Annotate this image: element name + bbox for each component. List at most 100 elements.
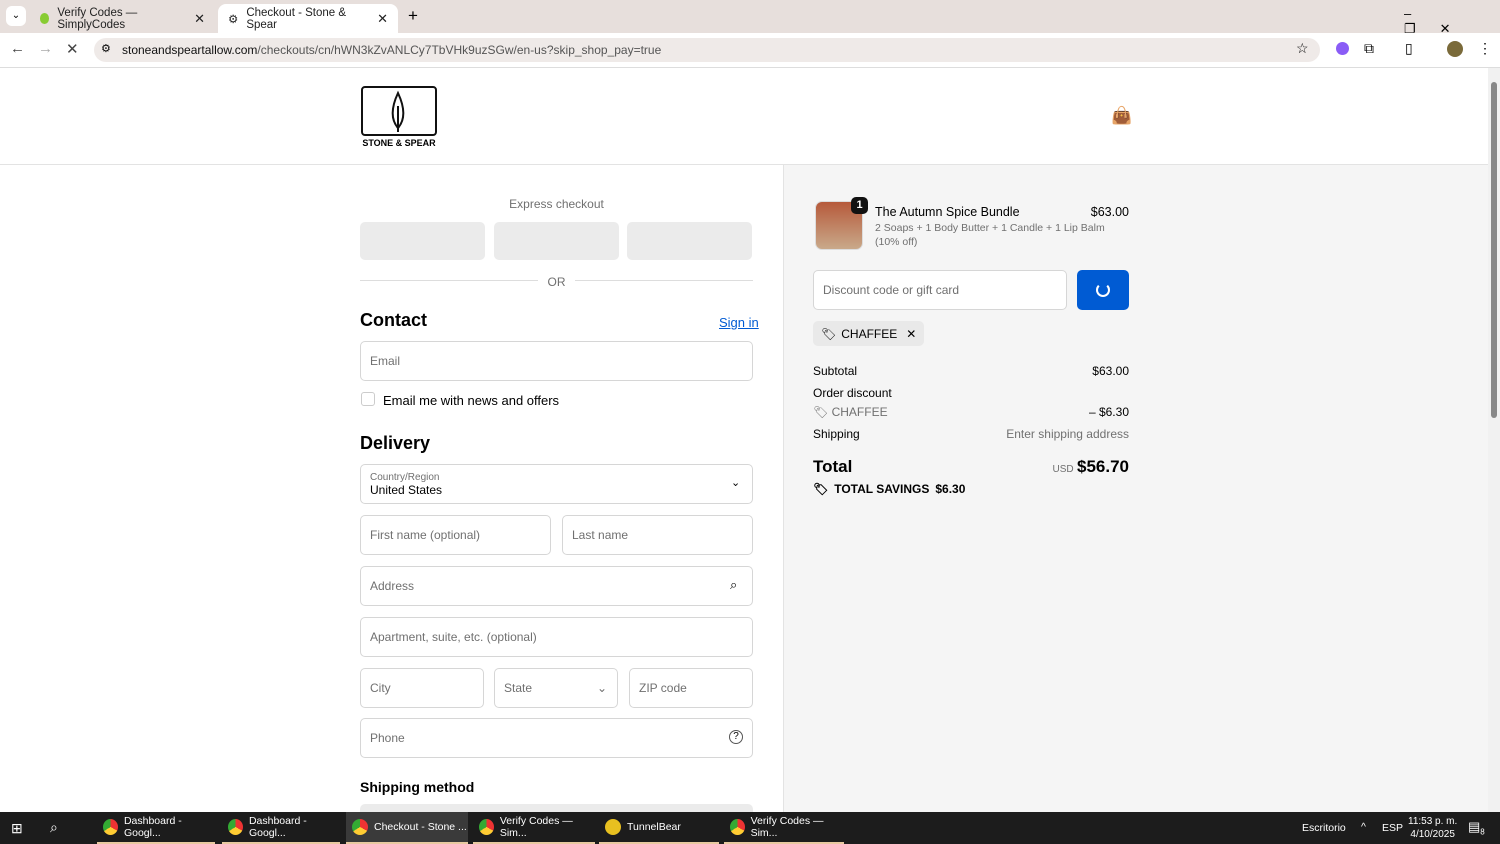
logo-text: STONE & SPEAR [362, 138, 436, 148]
taskbar-label: Checkout - Stone ... [374, 821, 467, 833]
clock[interactable]: 11:53 p. m. 4/10/2025 [1408, 815, 1457, 841]
express-pay-button-3[interactable] [627, 222, 752, 260]
sign-in-link[interactable]: Sign in [719, 315, 759, 330]
total-value: $56.70 [1077, 457, 1129, 476]
total-savings: 🏷 TOTAL SAVINGS $6.30 [813, 482, 965, 496]
state-value: State [504, 681, 533, 695]
tab-label: Checkout - Stone & Spear [246, 6, 347, 31]
chevron-down-icon: ⌄ [731, 477, 741, 489]
tab-strip: ⌄ Verify Codes — SimplyCodes ✕ ⚙ Checkout … [0, 0, 1500, 36]
taskbar-item-active[interactable]: Checkout - Stone ... [346, 812, 468, 844]
product-discount-note: (10% off) [875, 236, 918, 248]
tray-chevron-icon[interactable]: ^ [1361, 821, 1366, 833]
chrome-icon [103, 819, 118, 835]
language-indicator[interactable]: ESP [1382, 822, 1403, 834]
notifications-icon[interactable]: ▤8 [1468, 819, 1485, 837]
site-info-icon[interactable]: ⚙ [101, 42, 111, 55]
delivery-heading: Delivery [360, 433, 431, 453]
taskbar-label: TunnelBear [627, 821, 681, 833]
phone-field[interactable]: Phone [360, 718, 753, 758]
profile-avatar[interactable] [1447, 41, 1463, 57]
divider [575, 280, 753, 281]
discount-amount: – $6.30 [1088, 405, 1129, 419]
remove-code-icon[interactable]: ✕ [906, 327, 916, 341]
desktop-toolbar[interactable]: Escritorio [1302, 822, 1346, 834]
city-field[interactable]: City [360, 668, 484, 708]
taskbar-label: Verify Codes — Sim... [750, 815, 824, 839]
tab-checkout[interactable]: ⚙ Checkout - Stone & Spear ✕ [218, 4, 398, 33]
tab-label: Verify Codes — SimplyCodes [57, 6, 138, 31]
cart-bag-icon[interactable]: 👜 [1111, 106, 1132, 126]
discount-code-input[interactable]: Discount code or gift card [813, 270, 1067, 310]
express-checkout-label: Express checkout [509, 197, 604, 211]
applied-code: CHAFFEE [841, 326, 898, 341]
currency-label: USD [1052, 464, 1074, 475]
or-label: OR [547, 275, 566, 289]
store-logo[interactable] [361, 86, 437, 136]
tag-icon: 🏷 [813, 405, 832, 419]
stop-loading-icon[interactable]: ✕ [66, 40, 79, 58]
tunnelbear-icon [605, 819, 621, 835]
taskbar-label: Dashboard - Googl... [123, 815, 182, 839]
shipping-value: Enter shipping address [1006, 427, 1129, 441]
quantity-badge: 1 [851, 197, 868, 214]
forward-icon[interactable]: → [38, 40, 53, 57]
address-field[interactable]: Address [360, 566, 753, 606]
applied-code-chip: 🏷 CHAFFEE ✕ [813, 321, 925, 346]
windows-start-icon[interactable]: ⊞ [11, 820, 23, 837]
search-icon[interactable]: ⌕ [50, 819, 58, 836]
subtotal-value: $63.00 [1092, 364, 1129, 378]
taskbar-item[interactable]: Dashboard - Googl... [97, 812, 215, 844]
zip-field[interactable]: ZIP code [629, 668, 753, 708]
help-icon[interactable]: ? [729, 730, 743, 744]
apartment-field[interactable]: Apartment, suite, etc. (optional) [360, 617, 753, 657]
time: 11:53 p. m. [1408, 816, 1458, 827]
url-path: /checkouts/cn/hWN3kZvANLCy7TbVHk9uzSGw/e… [257, 43, 662, 57]
shipping-method-heading: Shipping method [360, 779, 475, 795]
chrome-icon [479, 819, 494, 835]
subtotal-label: Subtotal [813, 364, 858, 378]
state-select[interactable]: State ⌄ [494, 668, 618, 708]
product-desc: 2 Soaps + 1 Body Butter + 1 Candle + 1 L… [875, 222, 1105, 234]
taskbar-item[interactable]: Verify Codes — Sim... [724, 812, 844, 844]
extensions-puzzle-icon[interactable]: ⧉ [1364, 40, 1374, 57]
last-name-field[interactable]: Last name [562, 515, 753, 555]
chrome-icon [730, 819, 745, 835]
close-tab-icon[interactable]: ✕ [194, 11, 205, 27]
express-pay-button-1[interactable] [360, 222, 485, 260]
scrollbar[interactable] [1488, 68, 1500, 812]
reading-mode-icon[interactable]: ▯ [1405, 40, 1413, 57]
tag-icon: 🏷 [821, 326, 837, 341]
country-select[interactable]: Country/Region United States [360, 464, 753, 504]
apply-discount-button[interactable] [1077, 270, 1129, 310]
taskbar-item[interactable]: Dashboard - Googl... [222, 812, 340, 844]
url-input[interactable]: stoneandspeartallow.com/checkouts/cn/hWN… [94, 38, 1320, 62]
email-field[interactable]: Email [360, 341, 753, 381]
taskbar-label: Dashboard - Googl... [248, 815, 307, 839]
new-tab-button[interactable]: + [408, 6, 418, 26]
contact-heading: Contact [360, 310, 427, 330]
loading-spinner-icon [1096, 283, 1110, 297]
tags-icon: 🏷 [813, 482, 829, 496]
menu-icon[interactable]: ⋮ [1478, 40, 1492, 57]
tab-verify-codes[interactable]: Verify Codes — SimplyCodes ✕ [30, 4, 215, 33]
bookmark-star-icon[interactable]: ☆ [1296, 40, 1309, 57]
express-pay-button-2[interactable] [494, 222, 619, 260]
chrome-icon [228, 819, 243, 835]
savings-value: $6.30 [935, 482, 966, 496]
divider [360, 280, 538, 281]
tab-search-button[interactable]: ⌄ [6, 6, 26, 26]
order-discount-label: Order discount [813, 386, 892, 400]
search-icon: ⌕ [730, 577, 738, 592]
discount-code-label: CHAFFEE [831, 405, 888, 419]
taskbar-item[interactable]: TunnelBear [599, 812, 719, 844]
close-tab-icon[interactable]: ✕ [377, 11, 388, 27]
taskbar-item[interactable]: Verify Codes — Sim... [473, 812, 595, 844]
product-price: $63.00 [1090, 205, 1129, 219]
total-label: Total [813, 457, 853, 476]
back-icon[interactable]: ← [10, 40, 25, 57]
newsletter-checkbox[interactable] [361, 392, 375, 406]
extension-icon[interactable] [1336, 42, 1349, 55]
first-name-field[interactable]: First name (optional) [360, 515, 551, 555]
shipping-label: Shipping [813, 427, 860, 441]
